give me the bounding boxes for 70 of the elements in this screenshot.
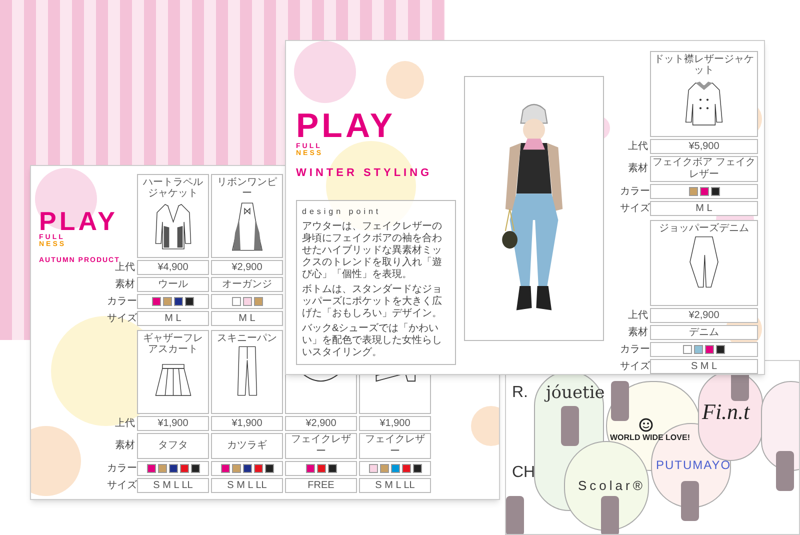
item-name: ハートラペルジャケット: [142, 177, 204, 199]
price-cell: ¥5,900: [650, 139, 758, 154]
row-label: 素材: [114, 440, 135, 452]
row-label: 素材: [627, 326, 648, 338]
row-label: サイズ: [107, 312, 135, 324]
row-label: 上代: [627, 310, 648, 322]
size-cell: M L: [650, 201, 758, 216]
item-name: ジョッパーズデニム: [659, 223, 749, 234]
brand-logo-text: Scolar®: [578, 479, 646, 492]
material-cell: カツラギ: [211, 433, 283, 459]
brand-logo-text: Fi.n.t: [702, 401, 750, 423]
dot-decoration: [31, 426, 81, 496]
row-label: カラー: [620, 344, 648, 356]
brand-logo-text: jóuetie: [546, 385, 605, 402]
price-cell: ¥4,900: [137, 260, 209, 275]
material-cell: オーガンジ: [211, 277, 283, 292]
price-cell: ¥1,900: [137, 416, 209, 431]
logo-wordmark: PLAY: [39, 208, 118, 234]
material-cell: フェイクレザー: [285, 433, 357, 459]
row-label: サイズ: [620, 202, 648, 214]
item-name: リボンワンピー: [216, 177, 278, 199]
size-cell: M L: [137, 311, 209, 326]
material-cell: ウール: [137, 277, 209, 292]
price-cell: ¥2,900: [285, 416, 357, 431]
price-cell: ¥1,900: [359, 416, 431, 431]
smiley-icon: [639, 418, 653, 432]
size-cell: FREE: [285, 478, 357, 493]
material-cell: フェイクボア フェイクレザー: [650, 156, 758, 182]
design-point-text: アウターは、フェイクレザーの身頃にフェイクボアの袖を合わせたハイブリッドな異素材ミックスのトレンドを取り入れ「遊び心」「個性」を表現。: [302, 220, 443, 280]
logo-wordmark: PLAY: [296, 109, 396, 143]
row-label: 上代: [115, 262, 135, 274]
material-cell: フェイクレザー: [359, 433, 431, 459]
row-label: カラー: [620, 186, 648, 198]
design-point-text: バック&シューズでは「かわいい」を配色で表現した女性らしいスタイリング。: [302, 322, 443, 358]
row-label: サイズ: [620, 360, 648, 372]
sheet-subtitle: WINTER STYLING: [296, 166, 432, 181]
photo-placeholder: [681, 481, 699, 521]
item-name: スキニーパン: [217, 333, 277, 344]
row-label: 上代: [114, 418, 135, 430]
size-cell: S M L LL: [211, 478, 283, 493]
size-cell: S M L: [650, 359, 758, 374]
photo-placeholder: [506, 496, 524, 534]
row-label: カラー: [107, 462, 135, 474]
size-cell: M L: [211, 311, 283, 326]
row-label: サイズ: [107, 480, 135, 492]
item-name: ギャザーフレアスカート: [142, 333, 204, 355]
material-cell: デニム: [650, 325, 758, 340]
design-point-heading: design point: [302, 206, 382, 218]
brand-logo-text: WORLD WIDE LOVE!: [610, 434, 690, 442]
brand-logo-text: CH: [512, 465, 536, 481]
row-label: 素材: [627, 163, 648, 175]
row-label: 上代: [627, 140, 648, 152]
item-name: ドット襟レザージャケット: [653, 54, 755, 76]
photo-placeholder: [601, 496, 619, 534]
price-cell: ¥2,900: [650, 308, 758, 323]
row-label: カラー: [107, 296, 135, 308]
row-label: 素材: [114, 278, 135, 290]
photo-placeholder: [611, 381, 629, 421]
price-cell: ¥2,900: [211, 260, 283, 275]
size-cell: S M L LL: [359, 478, 431, 493]
size-cell: S M L LL: [137, 478, 209, 493]
brand-logo-text: R.: [512, 385, 528, 401]
design-point-text: ボトムは、スタンダードなジョッパーズにポケットを大きく広げた「おもしろい」デザイン。: [302, 284, 443, 320]
material-cell: タフタ: [137, 433, 209, 459]
photo-placeholder: [561, 406, 579, 446]
photo-placeholder: [776, 451, 794, 491]
brand-logo-text: PUTUMAYO: [656, 459, 732, 471]
dot-decoration: [471, 406, 499, 446]
dot-decoration: [386, 61, 424, 99]
price-cell: ¥1,900: [211, 416, 283, 431]
